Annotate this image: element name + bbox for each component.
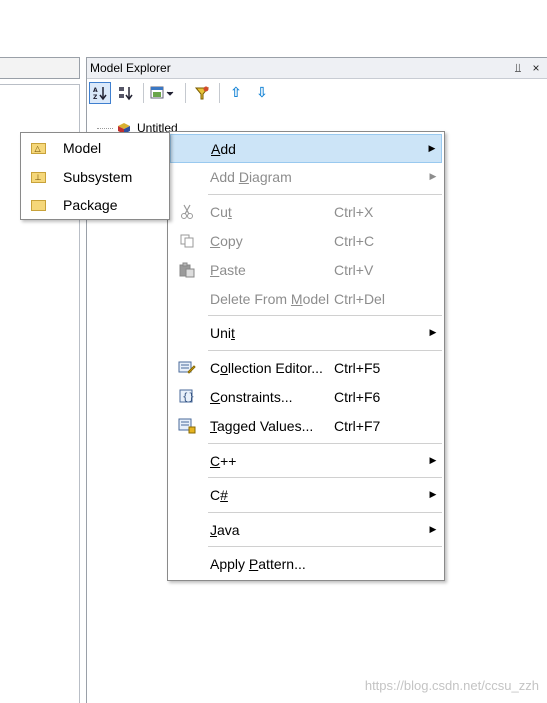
- menu-item-label: Paste: [210, 261, 246, 278]
- menu-item-delete-from-model[interactable]: Delete From Model Ctrl+Del: [170, 284, 442, 313]
- constraints-icon: {}: [170, 389, 204, 405]
- menu-item-java[interactable]: Java ▶: [170, 515, 442, 544]
- sort-by-type-icon: [119, 87, 133, 101]
- move-down-button[interactable]: ⇩: [251, 82, 273, 104]
- submenu-arrow-icon: ▶: [429, 524, 437, 534]
- menu-item-label: Copy: [210, 232, 243, 249]
- menu-separator: [208, 194, 442, 195]
- submenu-arrow-icon: ▶: [429, 327, 437, 337]
- menu-separator: [208, 443, 442, 444]
- left-pane-header: [0, 57, 80, 79]
- menu-item-add-diagram[interactable]: Add Diagram ▶: [170, 162, 442, 191]
- menu-item-apply-pattern[interactable]: Apply Pattern...: [170, 549, 442, 578]
- menu-item-shortcut: Ctrl+F7: [334, 417, 381, 434]
- toolbar-separator: [185, 83, 186, 103]
- package-folder-icon: [30, 199, 46, 211]
- subsystem-folder-icon: ⊥: [30, 171, 46, 183]
- submenu-item-label: Package: [63, 197, 118, 213]
- submenu-item-label: Subsystem: [63, 169, 133, 185]
- menu-item-constraints[interactable]: {} Constraints... Ctrl+F6: [170, 382, 442, 411]
- menu-item-label: Add Diagram: [210, 168, 292, 185]
- menu-item-paste[interactable]: Paste Ctrl+V: [170, 255, 442, 284]
- svg-text:{}: {}: [182, 392, 195, 403]
- menu-separator: [208, 350, 442, 351]
- menu-item-unit[interactable]: Unit ▶: [170, 318, 442, 347]
- menu-item-shortcut: Ctrl+X: [334, 203, 374, 220]
- submenu-arrow-icon: ▶: [428, 143, 436, 153]
- menu-item-label: C++: [210, 452, 237, 469]
- menu-item-cut[interactable]: Cut Ctrl+X: [170, 197, 442, 226]
- menu-item-add[interactable]: Add ▶: [170, 134, 442, 163]
- menu-item-collection-editor[interactable]: Collection Editor... Ctrl+F5: [170, 353, 442, 382]
- tagged-values-icon: [170, 418, 204, 434]
- menu-item-label: C#: [210, 486, 228, 503]
- submenu-arrow-icon: ▶: [429, 171, 437, 181]
- arrow-down-icon: ⇩: [256, 85, 268, 101]
- copy-icon: [170, 233, 204, 249]
- submenu-item-label: Model: [63, 140, 102, 156]
- sort-by-name-button[interactable]: A Z: [89, 82, 111, 104]
- menu-item-label: Delete From Model: [210, 290, 330, 307]
- add-submenu: △ Model ⊥ Subsystem Package: [20, 132, 170, 220]
- view-options-icon: [150, 86, 174, 99]
- svg-text:Z: Z: [93, 94, 98, 101]
- watermark: https://blog.csdn.net/ccsu_zzh: [364, 678, 539, 693]
- menu-item-shortcut: Ctrl+Del: [334, 290, 385, 307]
- close-icon[interactable]: ×: [529, 61, 543, 75]
- scissors-icon: [170, 204, 204, 220]
- pin-icon[interactable]: ⫫: [511, 61, 525, 76]
- menu-separator: [208, 477, 442, 478]
- menu-item-shortcut: Ctrl+F5: [334, 359, 381, 376]
- menu-separator: [208, 512, 442, 513]
- menu-item-tagged-values[interactable]: Tagged Values... Ctrl+F7: [170, 411, 442, 440]
- move-up-button[interactable]: ⇧: [225, 82, 247, 104]
- menu-item-label: Add: [211, 140, 236, 157]
- submenu-item-model[interactable]: △ Model: [23, 134, 167, 162]
- toolbar-separator: [143, 83, 144, 103]
- menu-item-shortcut: Ctrl+V: [334, 261, 374, 278]
- view-options-dropdown[interactable]: [149, 82, 179, 104]
- model-folder-icon: △: [30, 142, 46, 154]
- sort-by-name-icon: A Z: [93, 87, 107, 101]
- explorer-toolbar: A Z ⇧ ⇩: [87, 79, 547, 107]
- menu-item-copy[interactable]: Copy Ctrl+C: [170, 226, 442, 255]
- submenu-item-package[interactable]: Package: [23, 191, 167, 219]
- menu-item-label: Tagged Values...: [210, 417, 314, 434]
- collection-editor-icon: [170, 360, 204, 376]
- svg-text:A: A: [93, 87, 98, 94]
- menu-item-shortcut: Ctrl+F6: [334, 388, 381, 405]
- paste-icon: [170, 262, 204, 278]
- menu-item-label: Apply Pattern...: [210, 555, 306, 572]
- menu-item-label: Cut: [210, 203, 232, 220]
- panel-title: Model Explorer: [90, 61, 171, 75]
- menu-item-label: Java: [210, 521, 240, 538]
- submenu-arrow-icon: ▶: [429, 455, 437, 465]
- filter-button[interactable]: [191, 82, 213, 104]
- menu-item-label: Constraints...: [210, 388, 293, 405]
- menu-separator: [208, 315, 442, 316]
- tree-connector: [97, 127, 113, 129]
- filter-icon: [194, 86, 210, 100]
- submenu-arrow-icon: ▶: [429, 489, 437, 499]
- toolbar-separator: [219, 83, 220, 103]
- menu-item-label: Collection Editor...: [210, 359, 323, 376]
- menu-item-label: Unit: [210, 324, 235, 341]
- panel-header: Model Explorer ⫫ ×: [87, 57, 547, 79]
- sort-by-type-button[interactable]: [115, 82, 137, 104]
- menu-item-cpp[interactable]: C++ ▶: [170, 446, 442, 475]
- menu-separator: [208, 546, 442, 547]
- context-menu: Add ▶ Add Diagram ▶ Cut Ctrl+X Copy Ctrl…: [167, 131, 445, 581]
- menu-item-shortcut: Ctrl+C: [334, 232, 375, 249]
- arrow-up-icon: ⇧: [230, 85, 242, 101]
- menu-item-csharp[interactable]: C# ▶: [170, 480, 442, 509]
- submenu-item-subsystem[interactable]: ⊥ Subsystem: [23, 163, 167, 191]
